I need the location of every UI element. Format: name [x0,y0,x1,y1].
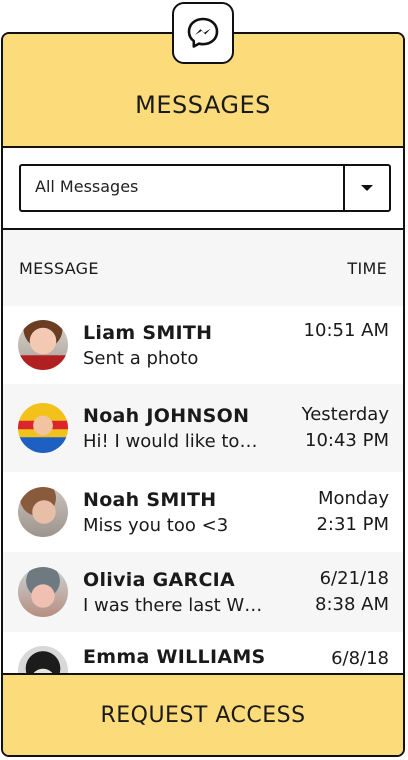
messenger-logo-badge [172,2,234,64]
list-header: MESSAGE TIME [3,230,403,306]
time-line-1: 6/8/18 [331,648,389,669]
column-header-time: TIME [347,258,387,278]
message-preview: Sent a photo [83,347,199,369]
message-time: 6/8/18 [323,646,389,672]
message-time: Yesterday 10:43 PM [294,402,389,454]
message-time: 6/21/18 8:38 AM [307,566,389,618]
message-list: Liam SMITH Sent a photo 10:51 AM Noah JO… [3,306,403,677]
request-access-button[interactable]: REQUEST ACCESS [3,673,403,755]
message-filter-select[interactable]: All Messages [19,164,391,212]
avatar [18,403,68,453]
dropdown-button[interactable] [343,166,389,210]
messenger-icon [187,17,219,48]
page-title: MESSAGES [135,91,271,119]
avatar [18,567,68,617]
time-line-1: 10:51 AM [303,320,389,341]
messages-card: MESSAGES All Messages MESSAGE TIME Liam … [1,32,405,757]
sender-name: Liam SMITH [83,321,213,344]
request-access-label: REQUEST ACCESS [100,702,306,728]
column-header-message: MESSAGE [19,258,99,278]
filter-area: All Messages [3,148,403,230]
time-line-2: 8:38 AM [315,594,389,615]
time-line-2: 10:43 PM [305,430,389,451]
message-row[interactable]: Olivia GARCIA I was there last W… 6/21/1… [3,552,403,632]
time-line-1: Yesterday [301,404,389,425]
avatar [18,320,68,370]
message-time: 10:51 AM [296,318,389,344]
time-line-2: 2:31 PM [316,514,389,535]
avatar [18,487,68,537]
message-row[interactable]: Liam SMITH Sent a photo 10:51 AM [3,306,403,384]
sender-name: Emma WILLIAMS [83,646,266,668]
sender-name: Noah SMITH [83,488,217,511]
time-line-1: Monday [317,488,389,509]
message-preview: Miss you too <3 [83,514,229,536]
sender-name: Noah JOHNSON [83,404,250,427]
message-row[interactable]: Noah JOHNSON Hi! I would like to… Yester… [3,384,403,472]
message-filter-value: All Messages [35,177,139,196]
chevron-down-icon [361,185,373,191]
message-row[interactable]: Noah SMITH Miss you too <3 Monday 2:31 P… [3,472,403,552]
message-preview: I was there last W… [83,594,263,616]
message-time: Monday 2:31 PM [308,486,389,538]
message-row[interactable]: Emma WILLIAMS 6/8/18 [3,632,403,677]
sender-name: Olivia GARCIA [83,568,236,591]
time-line-1: 6/21/18 [319,568,389,589]
message-preview: Hi! I would like to… [83,430,258,452]
